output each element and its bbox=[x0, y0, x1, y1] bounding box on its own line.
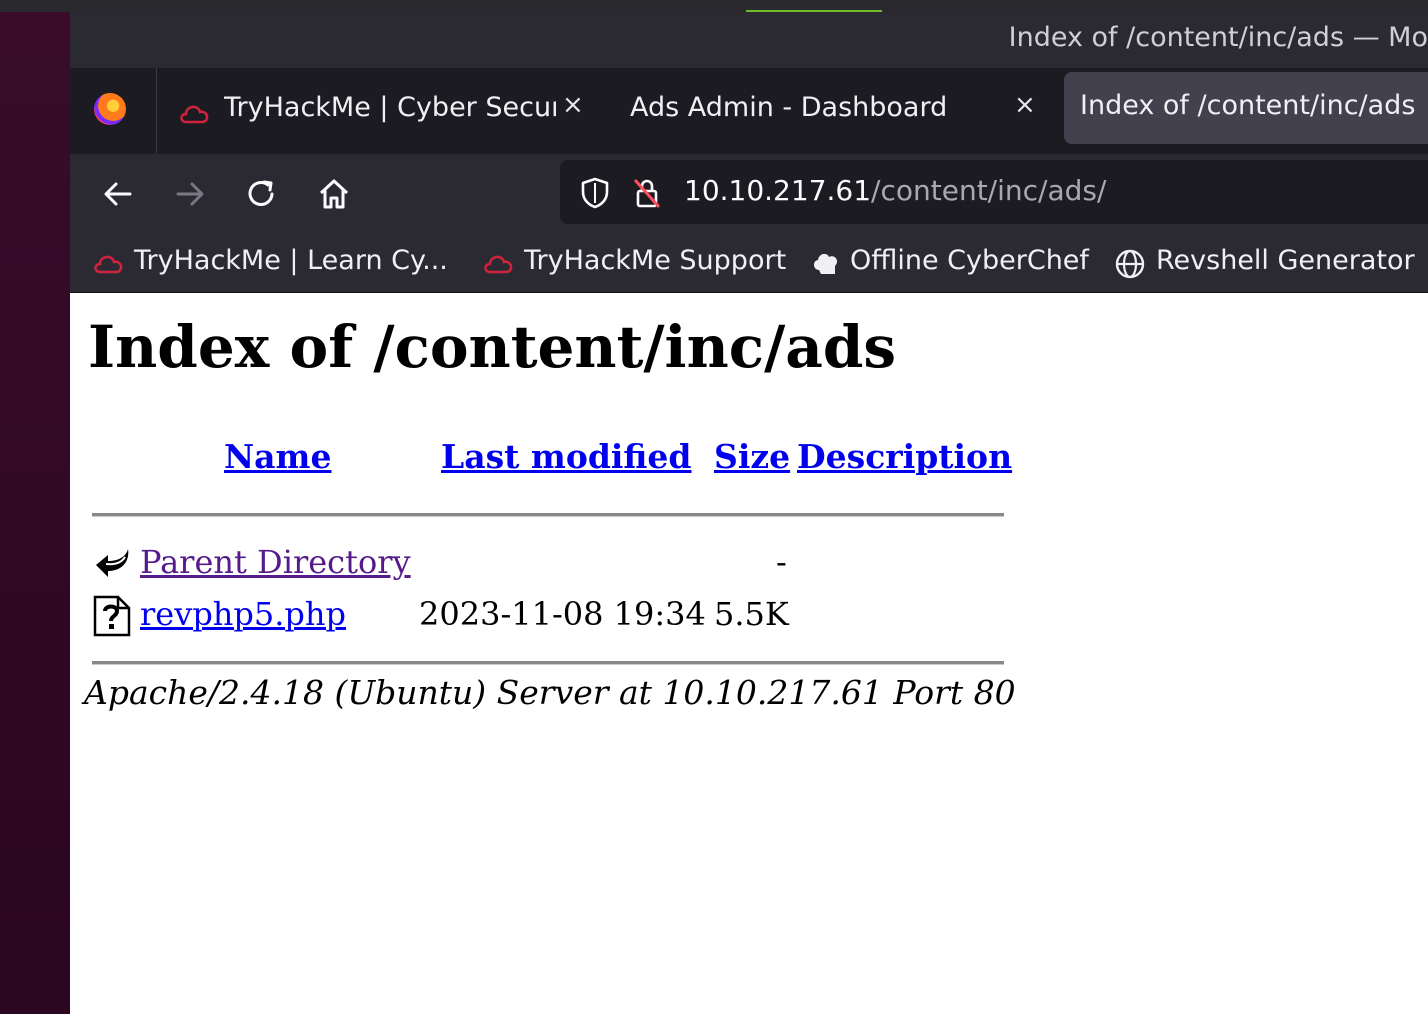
close-tab-icon[interactable]: × bbox=[562, 90, 584, 120]
column-header-size[interactable]: Size bbox=[714, 437, 790, 476]
bookmark-label: TryHackMe | Learn Cy... bbox=[134, 245, 448, 276]
divider bbox=[92, 513, 1004, 517]
bookmark-tryhackme-support[interactable]: TryHackMe Support bbox=[482, 244, 792, 282]
url-host: 10.10.217.61 bbox=[684, 174, 872, 207]
url-text[interactable]: 10.10.217.61/content/inc/ads/ bbox=[684, 174, 1106, 207]
browser-window: Index of /content/inc/ads — Mo TryHackMe… bbox=[70, 12, 1428, 1014]
title-bar: Index of /content/inc/ads — Mo bbox=[70, 12, 1428, 68]
bookmark-offline-cyberchef[interactable]: Offline CyberChef bbox=[810, 244, 1100, 282]
home-icon[interactable] bbox=[314, 174, 354, 214]
column-header-name[interactable]: Name bbox=[224, 437, 331, 476]
shield-icon[interactable] bbox=[578, 176, 612, 210]
close-tab-icon[interactable]: × bbox=[1014, 90, 1036, 120]
desktop-dock bbox=[0, 12, 70, 1014]
bookmark-revshell-generator[interactable]: Revshell Generator bbox=[1114, 244, 1415, 282]
file-size: 5.5K bbox=[714, 595, 789, 633]
chef-hat-icon bbox=[813, 253, 838, 274]
file-last-modified: 2023-11-08 19:34 bbox=[419, 595, 706, 633]
tryhackme-icon bbox=[180, 105, 209, 124]
tab-bar: TryHackMe | Cyber Securi × Ads Admin - D… bbox=[70, 68, 1428, 154]
bookmark-label: Revshell Generator bbox=[1156, 245, 1415, 276]
tryhackme-icon bbox=[94, 255, 123, 274]
parent-directory-link[interactable]: Parent Directory bbox=[140, 543, 411, 581]
bookmark-label: TryHackMe Support bbox=[524, 245, 787, 276]
tryhackme-icon bbox=[484, 255, 513, 274]
unknown-file-icon bbox=[93, 595, 131, 637]
system-top-bar bbox=[0, 0, 1428, 12]
tab-ads-admin[interactable]: Ads Admin - Dashboard × bbox=[610, 68, 1050, 154]
url-path: /content/inc/ads/ bbox=[871, 174, 1107, 207]
bookmarks-toolbar: TryHackMe | Learn Cy... TryHackMe Suppor… bbox=[70, 234, 1428, 293]
page-title: Index of /content/inc/ads bbox=[88, 313, 897, 381]
column-header-last-modified[interactable]: Last modified bbox=[441, 437, 692, 476]
tab-index-active[interactable]: Index of /content/inc/ads bbox=[1064, 72, 1428, 144]
navigation-toolbar: 10.10.217.61/content/inc/ads/ bbox=[70, 154, 1428, 234]
server-signature: Apache/2.4.18 (Ubuntu) Server at 10.10.2… bbox=[84, 673, 1016, 712]
insecure-lock-icon[interactable] bbox=[630, 176, 664, 210]
back-arrow-icon[interactable] bbox=[98, 174, 138, 214]
parent-size: - bbox=[776, 543, 787, 581]
system-monitor-graph bbox=[746, 0, 882, 12]
file-link-revphp5[interactable]: revphp5.php bbox=[140, 595, 346, 633]
tab-label: Index of /content/inc/ads bbox=[1080, 90, 1416, 121]
bookmark-label: Offline CyberChef bbox=[850, 245, 1089, 276]
url-bar[interactable]: 10.10.217.61/content/inc/ads/ bbox=[560, 160, 1428, 224]
window-title: Index of /content/inc/ads — Mo bbox=[1008, 22, 1428, 53]
tab-label: Ads Admin - Dashboard bbox=[630, 92, 948, 123]
forward-arrow-icon[interactable] bbox=[170, 174, 210, 214]
firefox-logo-icon bbox=[94, 93, 126, 125]
page-content: Index of /content/inc/ads Name Last modi… bbox=[70, 293, 1428, 1014]
tab-tryhackme[interactable]: TryHackMe | Cyber Securi × bbox=[170, 68, 590, 154]
reload-icon[interactable] bbox=[242, 174, 282, 214]
globe-icon bbox=[1115, 249, 1145, 279]
back-arrow-icon bbox=[96, 549, 129, 577]
bookmark-tryhackme-learn[interactable]: TryHackMe | Learn Cy... bbox=[92, 244, 452, 282]
firefox-menu-button[interactable] bbox=[70, 68, 157, 154]
tab-label: TryHackMe | Cyber Securi bbox=[224, 92, 556, 123]
divider bbox=[92, 661, 1004, 665]
column-header-description[interactable]: Description bbox=[797, 437, 1012, 476]
